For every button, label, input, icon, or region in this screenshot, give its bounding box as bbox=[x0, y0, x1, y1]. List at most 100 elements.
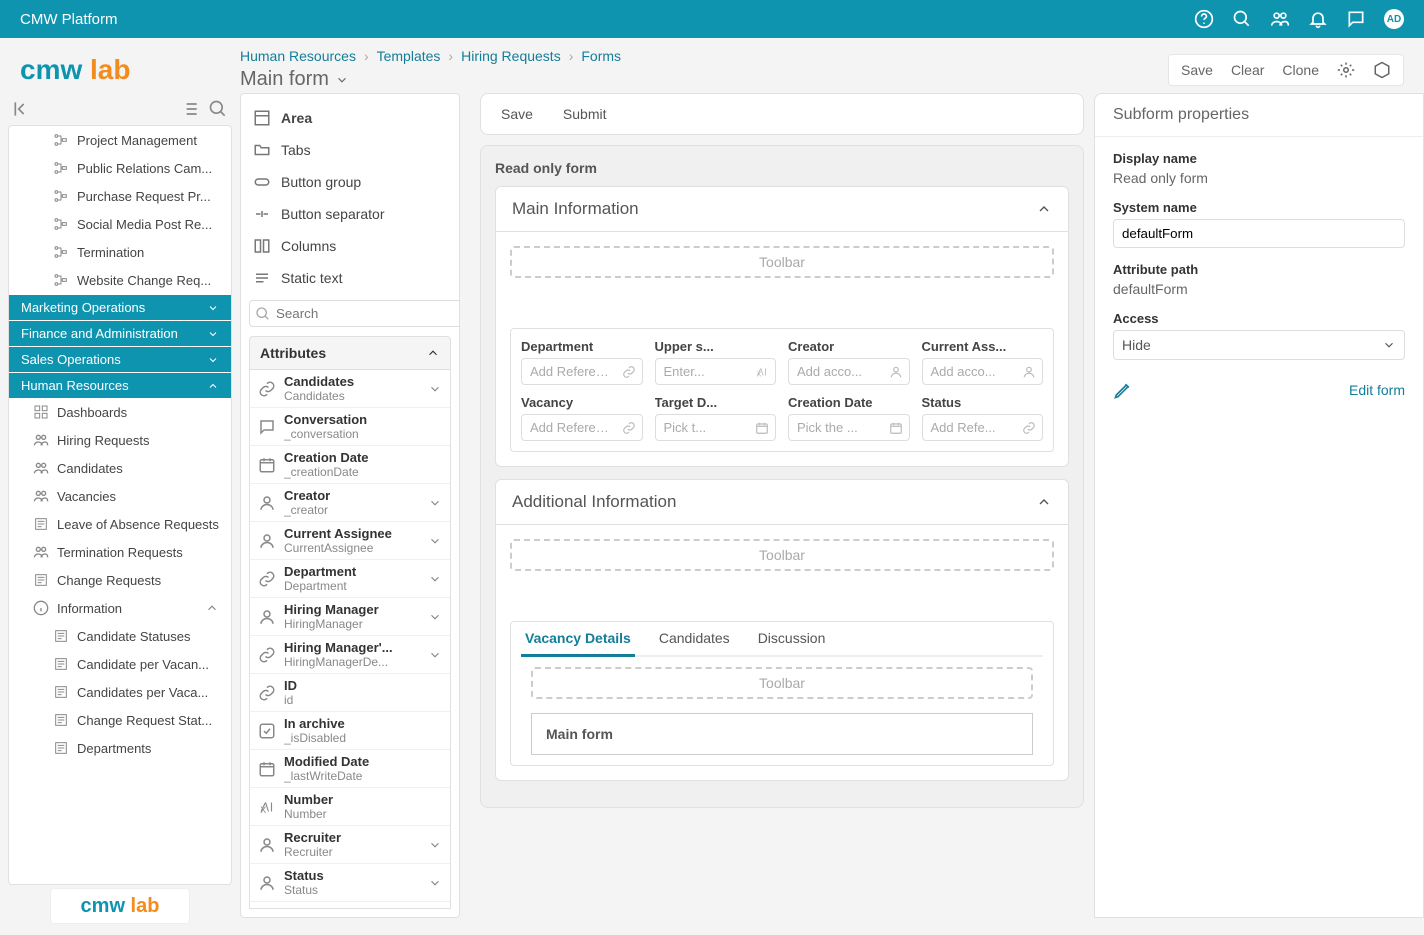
nav-item[interactable]: Candidates per Vaca... bbox=[9, 678, 231, 706]
chat-icon[interactable] bbox=[1346, 9, 1366, 29]
nav-item-icon bbox=[33, 488, 49, 504]
hex-icon[interactable] bbox=[1373, 61, 1391, 79]
edit-form-link[interactable]: Edit form bbox=[1349, 382, 1405, 398]
nav-group[interactable]: Human Resources bbox=[9, 372, 231, 398]
nav-item[interactable]: Dashboards bbox=[9, 398, 231, 426]
attribute-item[interactable]: RecruiterRecruiter bbox=[250, 826, 450, 864]
toolbar-placeholder[interactable]: Toolbar bbox=[531, 667, 1033, 699]
pencil-icon[interactable] bbox=[1113, 380, 1133, 400]
nav-item[interactable]: Purchase Request Pr... bbox=[9, 182, 231, 210]
attribute-item[interactable]: Creation Date_creationDate bbox=[250, 446, 450, 484]
form-field[interactable]: Current Ass... Add acco... bbox=[922, 339, 1044, 385]
chevron-down-icon bbox=[428, 494, 442, 512]
nav-item[interactable]: Information bbox=[9, 594, 231, 622]
nav-item[interactable]: Vacancies bbox=[9, 482, 231, 510]
nav-group[interactable]: Finance and Administration bbox=[9, 320, 231, 346]
tab-candidates[interactable]: Candidates bbox=[655, 622, 734, 655]
tab-vacancy-details[interactable]: Vacancy Details bbox=[521, 622, 635, 657]
save-button[interactable]: Save bbox=[501, 106, 533, 122]
attribute-item[interactable]: Current AssigneeCurrentAssignee bbox=[250, 522, 450, 560]
nav-item[interactable]: Termination Requests bbox=[9, 538, 231, 566]
form-field[interactable]: Creation Date Pick the ... bbox=[788, 395, 910, 441]
attribute-item[interactable]: Conversation_conversation bbox=[250, 408, 450, 446]
nav-item[interactable]: Candidate Statuses bbox=[9, 622, 231, 650]
list-icon[interactable] bbox=[180, 99, 200, 119]
form-field[interactable]: Department Add Referenc... bbox=[521, 339, 643, 385]
attributes-header[interactable]: Attributes bbox=[249, 336, 451, 370]
nav-item[interactable]: Change Requests bbox=[9, 566, 231, 594]
attribute-item[interactable]: Hiring ManagerHiringManager bbox=[250, 598, 450, 636]
form-field[interactable]: Target D... Pick t... bbox=[655, 395, 777, 441]
clear-button[interactable]: Clear bbox=[1231, 62, 1264, 78]
help-icon[interactable] bbox=[1194, 9, 1214, 29]
form-field[interactable]: Vacancy Add Referenc... bbox=[521, 395, 643, 441]
field-input[interactable]: Add acco... bbox=[922, 358, 1044, 385]
field-label: Target D... bbox=[655, 395, 777, 410]
nav-item[interactable]: Departments bbox=[9, 734, 231, 762]
logo[interactable]: cmw lab bbox=[20, 54, 240, 86]
attribute-item[interactable]: Modified Date_lastWriteDate bbox=[250, 750, 450, 788]
palette-item[interactable]: Button separator bbox=[249, 198, 451, 230]
nav-item[interactable]: Hiring Requests bbox=[9, 426, 231, 454]
form-field[interactable]: Creator Add acco... bbox=[788, 339, 910, 385]
people-icon[interactable] bbox=[1270, 9, 1290, 29]
page-title[interactable]: Main form bbox=[240, 68, 1168, 91]
palette-item[interactable]: Static text bbox=[249, 262, 451, 294]
nav-item[interactable]: Leave of Absence Requests bbox=[9, 510, 231, 538]
field-input[interactable]: Add Referenc... bbox=[521, 414, 643, 441]
attribute-item[interactable]: CandidatesCandidates bbox=[250, 370, 450, 408]
field-input[interactable]: Enter... bbox=[655, 358, 777, 385]
attribute-item[interactable]: NumberNumber bbox=[250, 788, 450, 826]
field-input[interactable]: Add Referenc... bbox=[521, 358, 643, 385]
nav-group[interactable]: Marketing Operations bbox=[9, 294, 231, 320]
breadcrumb-item[interactable]: Forms bbox=[581, 48, 621, 64]
clone-button[interactable]: Clone bbox=[1282, 62, 1319, 78]
gear-icon[interactable] bbox=[1337, 61, 1355, 79]
palette-item[interactable]: Columns bbox=[249, 230, 451, 262]
form-field[interactable]: Upper s... Enter... bbox=[655, 339, 777, 385]
toolbar-placeholder[interactable]: Toolbar bbox=[510, 246, 1054, 278]
nav-item[interactable]: Termination bbox=[9, 238, 231, 266]
nav-item[interactable]: Social Media Post Re... bbox=[9, 210, 231, 238]
bell-icon[interactable] bbox=[1308, 9, 1328, 29]
palette-item[interactable]: Area bbox=[249, 102, 451, 134]
field-input[interactable]: Add acco... bbox=[788, 358, 910, 385]
nav-item[interactable]: Change Request Stat... bbox=[9, 706, 231, 734]
attribute-item[interactable]: Creator_creator bbox=[250, 484, 450, 522]
collapse-icon[interactable] bbox=[12, 99, 32, 119]
search-icon[interactable] bbox=[1232, 9, 1252, 29]
access-select[interactable]: Hide bbox=[1113, 330, 1405, 360]
section-header[interactable]: Main Information bbox=[496, 187, 1068, 232]
nav-item[interactable]: Public Relations Cam... bbox=[9, 154, 231, 182]
breadcrumb-item[interactable]: Templates bbox=[377, 48, 441, 64]
breadcrumb-item[interactable]: Hiring Requests bbox=[461, 48, 561, 64]
avatar[interactable]: AD bbox=[1384, 9, 1404, 29]
field-input[interactable]: Add Refe... bbox=[922, 414, 1044, 441]
palette-item[interactable]: Tabs bbox=[249, 134, 451, 166]
system-name-input[interactable] bbox=[1113, 219, 1405, 248]
attribute-item[interactable]: Hiring Manager'...HiringManagerDe... bbox=[250, 636, 450, 674]
nav-item[interactable]: Website Change Req... bbox=[9, 266, 231, 294]
tab-discussion[interactable]: Discussion bbox=[754, 622, 830, 655]
field-input[interactable]: Pick the ... bbox=[788, 414, 910, 441]
nav-item[interactable]: Project Management bbox=[9, 126, 231, 154]
footer-logo[interactable]: cmw lab bbox=[8, 885, 232, 918]
palette-search-input[interactable] bbox=[249, 300, 460, 327]
nav-item[interactable]: Candidate per Vacan... bbox=[9, 650, 231, 678]
subform-main-form[interactable]: Main form bbox=[531, 713, 1033, 755]
form-field[interactable]: Status Add Refe... bbox=[922, 395, 1044, 441]
nav-item[interactable]: Candidates bbox=[9, 454, 231, 482]
palette-item[interactable]: Button group bbox=[249, 166, 451, 198]
field-input[interactable]: Pick t... bbox=[655, 414, 777, 441]
attribute-item[interactable]: StatusStatus bbox=[250, 864, 450, 902]
section-header[interactable]: Additional Information bbox=[496, 480, 1068, 525]
attribute-item[interactable]: DepartmentDepartment bbox=[250, 560, 450, 598]
attribute-item[interactable]: In archive_isDisabled bbox=[250, 712, 450, 750]
search-icon[interactable] bbox=[208, 99, 228, 119]
attribute-item[interactable]: IDid bbox=[250, 674, 450, 712]
toolbar-placeholder[interactable]: Toolbar bbox=[510, 539, 1054, 571]
nav-group[interactable]: Sales Operations bbox=[9, 346, 231, 372]
save-button[interactable]: Save bbox=[1181, 62, 1213, 78]
breadcrumb-item[interactable]: Human Resources bbox=[240, 48, 356, 64]
submit-button[interactable]: Submit bbox=[563, 106, 607, 122]
